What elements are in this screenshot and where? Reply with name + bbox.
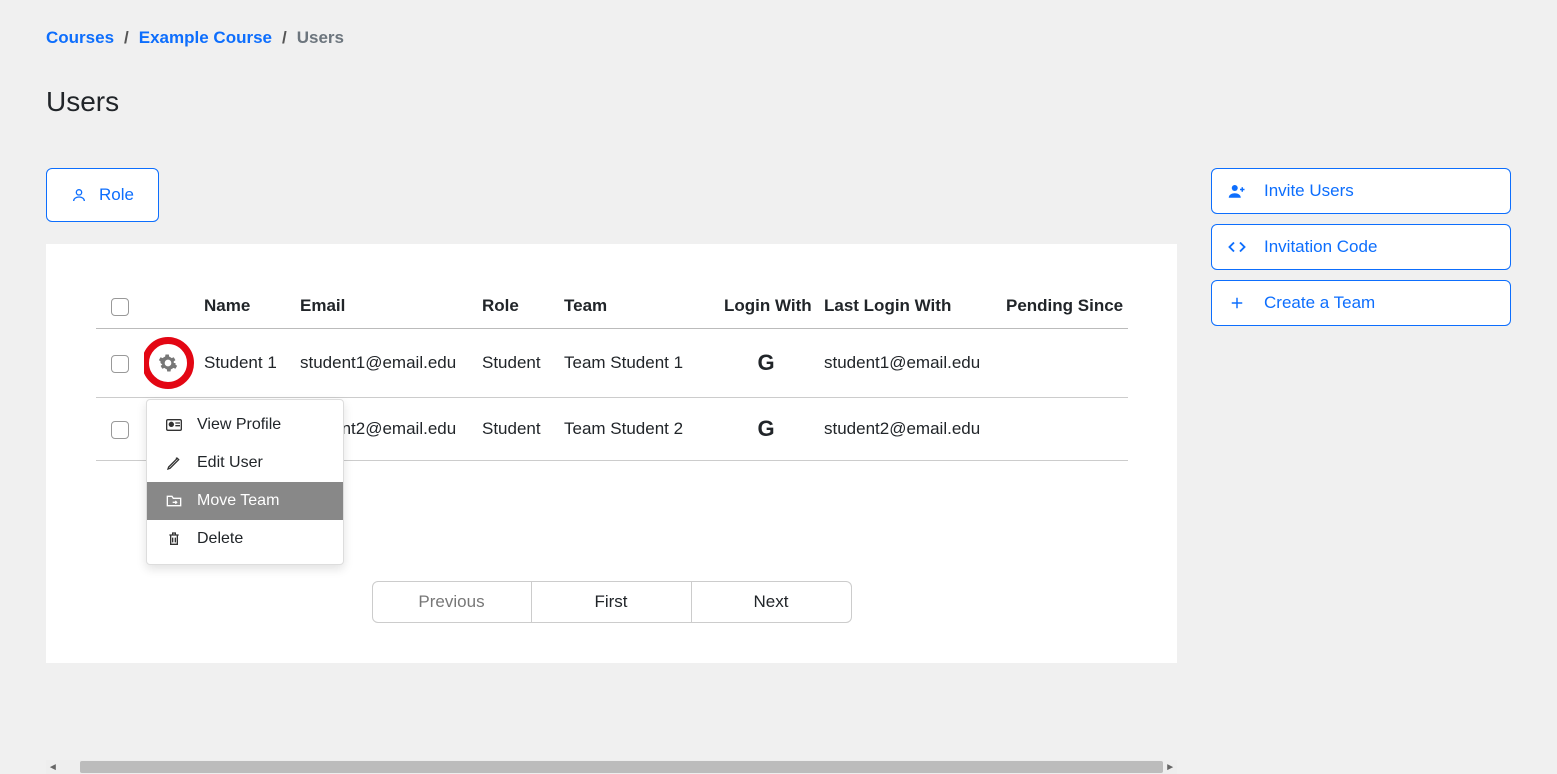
select-all-checkbox[interactable]: [111, 298, 129, 316]
pagination: Previous First Next: [96, 581, 1127, 623]
breadcrumb-separator: /: [124, 28, 129, 48]
scroll-thumb[interactable]: [80, 761, 1164, 773]
cell-role: Student: [474, 329, 556, 398]
action-label: Invitation Code: [1264, 237, 1377, 257]
cell-role: Student: [474, 398, 556, 461]
row-checkbox[interactable]: [111, 355, 129, 373]
trash-icon: [165, 531, 183, 547]
horizontal-scrollbar[interactable]: ◄ ►: [46, 760, 1177, 774]
action-label: Create a Team: [1264, 293, 1375, 313]
pagination-next[interactable]: Next: [692, 581, 852, 623]
th-pending: Pending Since: [998, 284, 1128, 329]
cell-last-login: student2@email.edu: [816, 398, 998, 461]
create-team-button[interactable]: Create a Team: [1211, 280, 1511, 326]
th-login-with: Login With: [716, 284, 816, 329]
table-row: Student 1 student1@email.edu Student Tea…: [96, 329, 1128, 398]
role-filter-label: Role: [99, 185, 134, 205]
cell-pending: [998, 329, 1128, 398]
invite-users-button[interactable]: Invite Users: [1211, 168, 1511, 214]
cell-name: Student 1: [196, 329, 292, 398]
invitation-code-button[interactable]: Invitation Code: [1211, 224, 1511, 270]
dropdown-move-team[interactable]: Move Team: [147, 482, 343, 520]
scroll-left-arrow[interactable]: ◄: [46, 762, 60, 773]
dropdown-label: View Profile: [197, 416, 281, 434]
th-role: Role: [474, 284, 556, 329]
pagination-previous[interactable]: Previous: [372, 581, 532, 623]
google-icon: G: [716, 398, 816, 461]
th-last-login: Last Login With: [816, 284, 998, 329]
role-filter-button[interactable]: Role: [46, 168, 159, 222]
th-team: Team: [556, 284, 716, 329]
breadcrumb-course[interactable]: Example Course: [139, 28, 272, 48]
user-plus-icon: [1228, 183, 1246, 199]
person-icon: [71, 187, 87, 203]
plus-icon: [1228, 296, 1246, 310]
cell-email: student1@email.edu: [292, 329, 474, 398]
row-checkbox[interactable]: [111, 421, 129, 439]
folder-move-icon: [165, 494, 183, 508]
dropdown-edit-user[interactable]: Edit User: [147, 444, 343, 482]
code-icon: [1228, 240, 1246, 254]
action-label: Invite Users: [1264, 181, 1354, 201]
th-name: Name: [196, 284, 292, 329]
dropdown-delete[interactable]: Delete: [147, 520, 343, 558]
cell-pending: [998, 398, 1128, 461]
breadcrumb-current: Users: [297, 28, 344, 48]
pencil-icon: [165, 455, 183, 471]
dropdown-label: Delete: [197, 530, 243, 548]
pagination-first[interactable]: First: [532, 581, 692, 623]
google-icon: G: [716, 329, 816, 398]
id-card-icon: [165, 418, 183, 432]
cell-team: Team Student 2: [556, 398, 716, 461]
breadcrumb: Courses / Example Course / Users: [46, 28, 1511, 48]
scroll-right-arrow[interactable]: ►: [1163, 762, 1177, 773]
th-email: Email: [292, 284, 474, 329]
breadcrumb-separator: /: [282, 28, 287, 48]
dropdown-view-profile[interactable]: View Profile: [147, 406, 343, 444]
dropdown-label: Move Team: [197, 492, 279, 510]
gear-icon[interactable]: [158, 353, 178, 373]
cell-team: Team Student 1: [556, 329, 716, 398]
dropdown-label: Edit User: [197, 454, 263, 472]
cell-last-login: student1@email.edu: [816, 329, 998, 398]
row-actions-dropdown: View Profile Edit User: [146, 399, 344, 565]
breadcrumb-courses[interactable]: Courses: [46, 28, 114, 48]
users-panel: Name Email Role Team Login With Last Log…: [46, 244, 1177, 663]
page-title: Users: [46, 86, 1511, 118]
